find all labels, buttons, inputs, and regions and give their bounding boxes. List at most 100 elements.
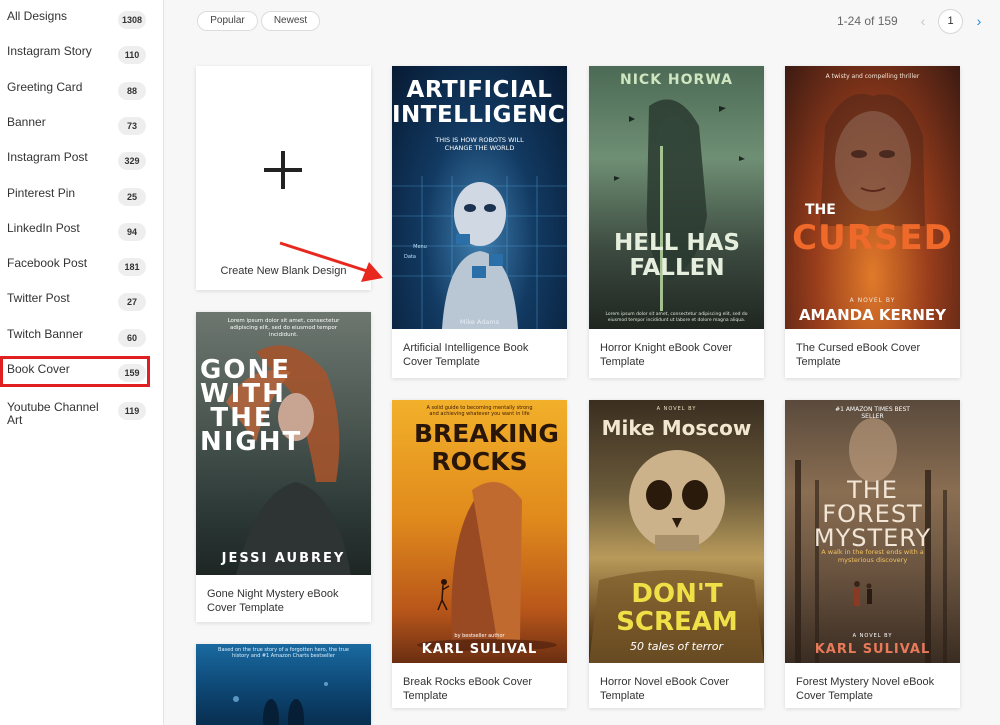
cover-thumbnail: Based on the true story of a forgotten h… xyxy=(196,644,371,725)
cover-thumbnail: A NOVEL BY Mike Moscow DON'T SCREAM 50 t… xyxy=(589,400,764,663)
sidebar-item-label: Book Cover xyxy=(7,362,70,376)
filter-popular-button[interactable]: Popular xyxy=(197,11,258,31)
count-badge: 73 xyxy=(118,117,146,135)
cover-author: JESSI AUBREY xyxy=(221,551,346,566)
count-badge: 88 xyxy=(118,82,146,100)
cover-byline: A NOVEL BY xyxy=(852,633,893,639)
cover-thumbnail: #1 AMAZON TIMES BEST SELLER THE FOREST M… xyxy=(785,400,960,663)
cover-author: NICK HORWA xyxy=(620,72,733,88)
cover-author: KARL SULIVAL xyxy=(421,642,538,657)
sidebar-item-label: Greeting Card xyxy=(7,80,83,94)
sidebar-item-label: Youtube Channel Art xyxy=(7,400,99,427)
cover-title: DON'T SCREAM xyxy=(616,579,738,637)
cover-byline: by bestseller author xyxy=(454,633,505,639)
cover-hud-label: Data xyxy=(404,254,416,260)
chevron-right-icon[interactable]: › xyxy=(971,11,987,31)
sidebar-item-label: All Designs xyxy=(7,9,68,23)
cover-thumbnail: ARTIFICIAL INTELLIGENCE THIS IS HOW ROBO… xyxy=(392,66,567,329)
cover-title: THE FOREST MYSTERY xyxy=(813,476,932,552)
cover-pre-title: THE xyxy=(805,202,836,218)
sidebar-item-pinterest-pin[interactable]: Pinterest Pin 25 xyxy=(0,182,164,212)
count-badge: 119 xyxy=(118,402,146,420)
cover-tagline: A walk in the forest ends with a mysteri… xyxy=(821,548,924,564)
cover-tagline: A solid guide to becoming mentally stron… xyxy=(426,405,533,417)
sidebar-item-label: Banner xyxy=(7,115,46,129)
sidebar-item-banner[interactable]: Banner 73 xyxy=(0,111,164,141)
count-badge: 181 xyxy=(118,258,146,276)
card-title: Artificial Intelligence Book Cover Templ… xyxy=(403,342,529,368)
count-badge: 94 xyxy=(118,223,146,241)
template-gallery: Popular Newest 1-24 of 159 ‹ 1 › Create … xyxy=(165,0,1000,725)
card-title: Horror Novel eBook Cover Template xyxy=(600,676,729,702)
sidebar-item-label: Twitter Post xyxy=(7,291,70,305)
cover-blurb: Based on the true story of a forgotten h… xyxy=(218,647,349,659)
template-card[interactable]: NICK HORWA HELL HAS FALLEN Lorem ipsum d… xyxy=(589,66,764,378)
page-number-button[interactable]: 1 xyxy=(938,9,963,34)
template-card[interactable]: Lorem ipsum dolor sit amet, consectetur … xyxy=(196,312,371,622)
count-badge: 27 xyxy=(118,293,146,311)
cover-author: AMANDA KERNEY xyxy=(798,306,947,324)
sidebar-item-instagram-post[interactable]: Instagram Post 329 xyxy=(0,146,164,176)
sidebar-item-label: Instagram Story xyxy=(7,44,92,58)
sidebar-item-greeting-card[interactable]: Greeting Card 88 xyxy=(0,76,164,106)
create-blank-label: Create New Blank Design xyxy=(220,265,347,277)
cover-subtitle: 50 tales of terror xyxy=(629,640,724,653)
card-title: Gone Night Mystery eBook Cover Template xyxy=(207,588,339,614)
sidebar-item-label: LinkedIn Post xyxy=(7,221,80,235)
sidebar-item-twitter-post[interactable]: Twitter Post 27 xyxy=(0,287,164,317)
cover-author: Mike Moscow xyxy=(601,416,752,440)
create-blank-design-card[interactable]: Create New Blank Design xyxy=(196,66,371,290)
chevron-left-icon[interactable]: ‹ xyxy=(915,11,931,31)
cover-thumbnail: A solid guide to becoming mentally stron… xyxy=(392,400,567,663)
cover-thumbnail: NICK HORWA HELL HAS FALLEN Lorem ipsum d… xyxy=(589,66,764,329)
card-title: Horror Knight eBook Cover Template xyxy=(600,342,733,368)
sidebar-item-label: Facebook Post xyxy=(7,256,88,270)
cover-blurb: Lorem ipsum dolor sit amet, consectetur … xyxy=(605,312,748,323)
knight-graphic xyxy=(614,99,745,311)
plus-icon xyxy=(264,151,302,189)
template-card[interactable]: #1 AMAZON TIMES BEST SELLER THE FOREST M… xyxy=(785,400,960,708)
cover-title: ARTIFICIAL INTELLIGENCE xyxy=(392,77,567,128)
sidebar-item-label: Twitch Banner xyxy=(7,327,84,341)
sidebar-item-all-designs[interactable]: All Designs 1308 xyxy=(0,5,164,35)
cover-byline: A NOVEL BY xyxy=(656,406,697,412)
count-badge: 25 xyxy=(118,188,146,206)
count-badge: 329 xyxy=(118,152,146,170)
cover-title: GONE WITH THE NIGHT xyxy=(200,355,303,457)
card-title: Break Rocks eBook Cover Template xyxy=(403,676,532,702)
category-sidebar: All Designs 1308 Instagram Story 110 Gre… xyxy=(0,0,164,725)
template-card[interactable]: A solid guide to becoming mentally stron… xyxy=(392,400,567,708)
cover-thumbnail: Lorem ipsum dolor sit amet, consectetur … xyxy=(196,312,371,575)
cover-badge: #1 AMAZON TIMES BEST SELLER xyxy=(835,406,910,420)
sidebar-item-label: Pinterest Pin xyxy=(7,186,76,200)
sidebar-item-label: Instagram Post xyxy=(7,150,88,164)
template-card[interactable]: Based on the true story of a forgotten h… xyxy=(196,644,371,725)
sidebar-item-book-cover[interactable]: Book Cover 159 xyxy=(0,356,164,388)
sidebar-item-linkedin-post[interactable]: LinkedIn Post 94 xyxy=(0,217,164,247)
cover-byline: A NOVEL BY xyxy=(849,297,896,304)
cover-blurb: Lorem ipsum dolor sit amet, consectetur … xyxy=(227,318,340,338)
sidebar-item-facebook-post[interactable]: Facebook Post 181 xyxy=(0,252,164,282)
result-range: 1-24 of 159 xyxy=(837,14,898,28)
count-badge: 60 xyxy=(118,329,146,347)
cover-author: Mike Adams xyxy=(459,318,500,326)
cover-thumbnail: A twisty and compelling thriller THE CUR… xyxy=(785,66,960,329)
sidebar-item-youtube-channel-art[interactable]: Youtube Channel Art 119 xyxy=(0,394,164,434)
cover-title: CURSED xyxy=(792,218,953,258)
template-card[interactable]: A twisty and compelling thriller THE CUR… xyxy=(785,66,960,378)
count-badge: 159 xyxy=(118,364,146,382)
cover-author: KARL SULIVAL xyxy=(814,642,931,657)
sidebar-item-twitch-banner[interactable]: Twitch Banner 60 xyxy=(0,323,164,353)
template-card[interactable]: A NOVEL BY Mike Moscow DON'T SCREAM 50 t… xyxy=(589,400,764,708)
cover-subtitle: THIS IS HOW ROBOTS WILL CHANGE THE WORLD xyxy=(435,136,524,152)
count-badge: 1308 xyxy=(118,11,146,29)
filter-newest-button[interactable]: Newest xyxy=(261,11,320,31)
template-card[interactable]: ARTIFICIAL INTELLIGENCE THIS IS HOW ROBO… xyxy=(392,66,567,378)
cover-tagline: A twisty and compelling thriller xyxy=(825,73,920,80)
count-badge: 110 xyxy=(118,46,146,64)
sidebar-item-instagram-story[interactable]: Instagram Story 110 xyxy=(0,40,164,70)
cover-hud-label: Menu xyxy=(413,244,427,250)
face-graphic xyxy=(820,94,925,226)
card-title: The Cursed eBook Cover Template xyxy=(796,342,921,368)
card-title: Forest Mystery Novel eBook Cover Templat… xyxy=(796,676,935,702)
